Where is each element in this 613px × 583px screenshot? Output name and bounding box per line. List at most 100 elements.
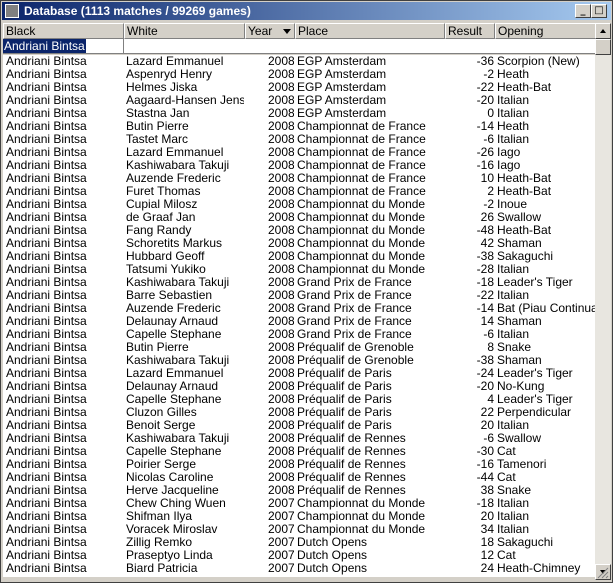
table-row[interactable]: Andriani Bintsa Kashiwabara Takuji 2008 Pré… [3,354,596,367]
cell-year: 2008 [268,211,294,224]
cell-year: 2008 [268,315,294,328]
cell-result: -16 [476,458,494,471]
filter-cell-black[interactable]: Andriani Bintsa [3,39,124,53]
cell-white: Fang Randy [126,224,192,237]
table-row[interactable]: Andriani Bintsa Herve Jacqueline 2008 Préqu… [3,484,596,497]
cell-result: 34 [480,523,494,536]
column-header-result[interactable]: Result [445,23,495,39]
cell-open: Bat (Piau Continuatio [497,302,595,315]
cell-white: Lazard Emmanuel [126,146,224,159]
cell-white: Lazard Emmanuel [126,55,224,68]
cell-open: Italian [497,419,530,432]
cell-white: Poirier Serge [126,458,197,471]
table-row[interactable]: Andriani Bintsa Butin Pierre 2008 Championn… [3,120,596,133]
scroll-up-button[interactable] [595,23,611,39]
vertical-scrollbar[interactable] [595,23,611,580]
table-row[interactable]: Andriani Bintsa Poirier Serge 2008 Préquali… [3,458,596,471]
table-row[interactable]: Andriani Bintsa Zillig Remko 2007 Dutch Ope… [3,536,596,549]
table-row[interactable]: Andriani Bintsa Chew Ching Wuen 2007 Champi… [3,497,596,510]
cell-open: Leader's Tiger [497,393,573,406]
table-row[interactable]: Andriani Bintsa Nicolas Caroline 2008 Préqu… [3,471,596,484]
cell-black: Andriani Bintsa [6,81,87,94]
cell-result: -22 [476,289,494,302]
column-header-year[interactable]: Year [245,23,295,39]
maximize-button[interactable]: □ [591,4,607,18]
cell-year: 2008 [268,81,294,94]
cell-open: Sakaguchi [497,250,554,263]
cell-year: 2008 [268,107,294,120]
table-row[interactable]: Andriani Bintsa Kashiwabara Takuji 2008 Gra… [3,276,596,289]
cell-open: Swallow [497,211,542,224]
table-row[interactable]: Andriani Bintsa Lazard Emmanuel 2008 Champi… [3,146,596,159]
cell-open: Cat [497,471,516,484]
table-row[interactable]: Andriani Bintsa Kashiwabara Takuji 2008 Pré… [3,432,596,445]
column-header-black[interactable]: Black [3,23,124,39]
table-row[interactable]: Andriani Bintsa Aagaard-Hansen Jens 2008 EG… [3,94,596,107]
cell-result: 38 [480,484,494,497]
table-row[interactable]: Andriani Bintsa Hubbard Geoff 2008 Champion… [3,250,596,263]
table-row[interactable]: Andriani Bintsa Lazard Emmanuel 2008 Préqua… [3,367,596,380]
title-bar[interactable]: Database (1113 matches / 99269 games) _ … [2,2,611,20]
cell-black: Andriani Bintsa [6,315,87,328]
table-row[interactable]: Andriani Bintsa Barre Sebastien 2008 Grand … [3,289,596,302]
table-row[interactable]: Andriani Bintsa Biard Patricia 2007 Dutch O… [3,562,596,575]
table-row[interactable]: Andriani Bintsa Delaunay Arnaud 2008 Préqua… [3,380,596,393]
table-row[interactable]: Andriani Bintsa Lazard Emmanuel 2008 EGP Am… [3,55,596,68]
column-header-opening[interactable]: Opening [495,23,596,39]
table-row[interactable]: Andriani Bintsa Stastna Jan 2008 EGP Amster… [3,107,596,120]
cell-year: 2007 [268,562,294,575]
column-header-place[interactable]: Place [295,23,445,39]
table-row[interactable]: Andriani Bintsa Capelle Stephane 2008 Grand… [3,328,596,341]
table-row[interactable]: Andriani Bintsa Fang Randy 2008 Championnat… [3,224,596,237]
cell-result: -20 [476,94,494,107]
filter-cell-rest[interactable] [124,39,596,53]
table-row[interactable]: Andriani Bintsa Cluzon Gilles 2008 Préquali… [3,406,596,419]
scroll-thumb[interactable] [595,39,611,55]
database-icon[interactable] [5,4,19,18]
cell-white: Capelle Stephane [126,393,222,406]
cell-year: 2008 [268,146,294,159]
cell-open: Heath-Bat [497,224,552,237]
cell-result: -14 [476,302,494,315]
cell-year: 2008 [268,133,294,146]
table-row[interactable]: Andriani Bintsa Butin Pierre 2008 Préqualif… [3,341,596,354]
cell-place: EGP Amsterdam [297,55,387,68]
table-row[interactable]: Andriani Bintsa Aspenryd Henry 2008 EGP Ams… [3,68,596,81]
cell-result: -18 [476,497,494,510]
filter-black-input[interactable]: Andriani Bintsa [3,39,86,53]
table-row[interactable]: Andriani Bintsa Auzende Frederic 2008 Grand… [3,302,596,315]
cell-white: Aagaard-Hansen Jens [126,94,244,107]
table-row[interactable]: Andriani Bintsa Shifman Ilya 2007 Championn… [3,510,596,523]
cell-result: -38 [476,354,494,367]
table-row[interactable]: Andriani Bintsa Helmes Jiska 2008 EGP Amste… [3,81,596,94]
table-row[interactable]: Andriani Bintsa Benoit Serge 2008 Préqualif… [3,419,596,432]
resize-grip-icon[interactable] [597,567,609,579]
table-row[interactable]: Andriani Bintsa Praseptyo Linda 2007 Dutch … [3,549,596,562]
table-row[interactable]: Andriani Bintsa Tastet Marc 2008 Championna… [3,133,596,146]
cell-place: Championnat du Monde [297,237,426,250]
table-row[interactable]: Andriani Bintsa Capelle Stephane 2008 Préqu… [3,393,596,406]
cell-place: Préqualif de Rennes [297,471,406,484]
cell-year: 2007 [268,497,294,510]
cell-black: Andriani Bintsa [6,445,87,458]
cell-result: -38 [476,250,494,263]
table-row[interactable]: Andriani Bintsa Schoretits Markus 2008 Cham… [3,237,596,250]
cell-place: Championnat de France [297,185,426,198]
column-header-white[interactable]: White [124,23,245,39]
table-row[interactable]: Andriani Bintsa Cupial Milosz 2008 Champion… [3,198,596,211]
game-list[interactable]: Andriani Bintsa Lazard Emmanuel 2008 EGP Am… [3,55,596,577]
cell-year: 2008 [268,185,294,198]
minimize-button[interactable]: _ [575,4,591,18]
cell-white: Delaunay Arnaud [126,380,219,393]
table-row[interactable]: Andriani Bintsa Kashiwabara Takuji 2008 Cha… [3,159,596,172]
cell-result: -48 [476,224,494,237]
table-row[interactable]: Andriani Bintsa Furet Thomas 2008 Championn… [3,185,596,198]
cell-open: No-Kung [497,380,545,393]
table-row[interactable]: Andriani Bintsa Voracek Miroslav 2007 Champ… [3,523,596,536]
table-row[interactable]: Andriani Bintsa de Graaf Jan 2008 Championn… [3,211,596,224]
table-row[interactable]: Andriani Bintsa Auzende Frederic 2008 Champ… [3,172,596,185]
table-row[interactable]: Andriani Bintsa Capelle Stephane 2008 Préqu… [3,445,596,458]
table-row[interactable]: Andriani Bintsa Delaunay Arnaud 2008 Grand … [3,315,596,328]
cell-year: 2008 [268,302,294,315]
table-row[interactable]: Andriani Bintsa Tatsumi Yukiko 2008 Champio… [3,263,596,276]
